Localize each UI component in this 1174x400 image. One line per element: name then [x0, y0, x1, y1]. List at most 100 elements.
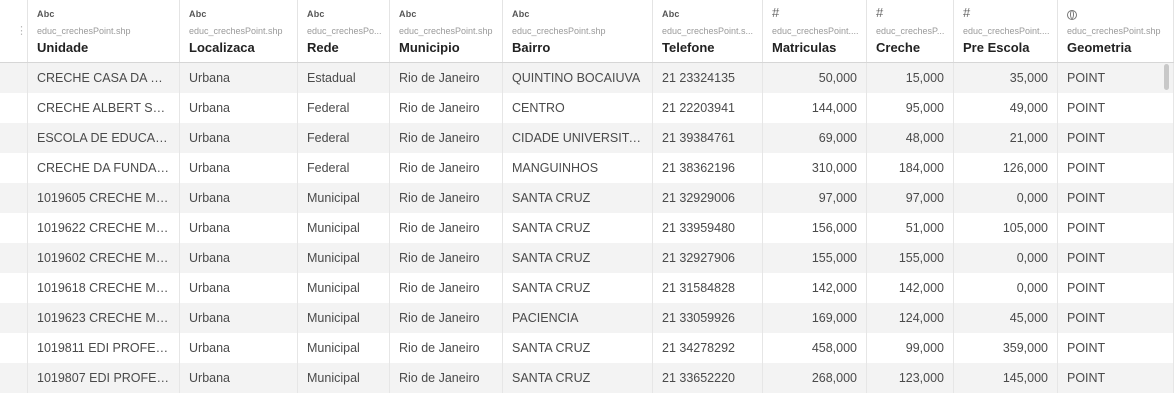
table-cell[interactable]: POINT [1058, 153, 1174, 183]
table-cell[interactable]: Urbana [180, 273, 298, 303]
table-cell[interactable]: Rio de Janeiro [390, 153, 503, 183]
row-handle[interactable] [0, 243, 28, 273]
table-cell[interactable]: 21,000 [954, 123, 1058, 153]
table-cell[interactable]: SANTA CRUZ [503, 273, 653, 303]
table-cell[interactable]: 95,000 [867, 93, 954, 123]
table-cell[interactable]: 0,000 [954, 183, 1058, 213]
table-cell[interactable]: Rio de Janeiro [390, 213, 503, 243]
table-cell[interactable]: 21 31584828 [653, 273, 763, 303]
table-cell[interactable]: 21 38362196 [653, 153, 763, 183]
table-cell[interactable]: 50,000 [763, 63, 867, 93]
table-cell[interactable]: Rio de Janeiro [390, 333, 503, 363]
table-cell[interactable]: Rio de Janeiro [390, 123, 503, 153]
table-cell[interactable]: Rio de Janeiro [390, 63, 503, 93]
table-cell[interactable]: Urbana [180, 153, 298, 183]
table-row[interactable]: 1019605 CRECHE MU... Urbana Municipal Rio d… [0, 183, 1174, 213]
row-handle[interactable] [0, 93, 28, 123]
column-header-bairro[interactable]: Abc educ_crechesPoint.shp Bairro [503, 0, 653, 62]
table-cell[interactable]: 51,000 [867, 213, 954, 243]
table-cell[interactable]: POINT [1058, 213, 1174, 243]
row-handle[interactable] [0, 363, 28, 393]
vertical-scrollbar[interactable] [1164, 64, 1169, 90]
table-cell[interactable]: Urbana [180, 63, 298, 93]
table-cell[interactable]: 310,000 [763, 153, 867, 183]
row-handle[interactable] [0, 303, 28, 333]
table-cell[interactable]: Rio de Janeiro [390, 93, 503, 123]
table-cell[interactable]: Urbana [180, 183, 298, 213]
table-cell[interactable]: 21 33959480 [653, 213, 763, 243]
table-cell[interactable]: 0,000 [954, 243, 1058, 273]
table-cell[interactable]: Municipal [298, 243, 390, 273]
table-cell[interactable]: 21 34278292 [653, 333, 763, 363]
row-handle[interactable] [0, 123, 28, 153]
table-cell[interactable]: POINT [1058, 93, 1174, 123]
table-cell[interactable]: Urbana [180, 333, 298, 363]
table-cell[interactable]: 1019807 EDI PROFES... [28, 363, 180, 393]
table-cell[interactable]: Federal [298, 153, 390, 183]
table-cell[interactable]: 21 32929006 [653, 183, 763, 213]
table-cell[interactable]: 124,000 [867, 303, 954, 333]
table-row[interactable]: 1019618 CRECHE MU... Urbana Municipal Rio d… [0, 273, 1174, 303]
table-cell[interactable]: 0,000 [954, 273, 1058, 303]
table-cell[interactable]: 126,000 [954, 153, 1058, 183]
table-cell[interactable]: PACIENCIA [503, 303, 653, 333]
table-cell[interactable]: 48,000 [867, 123, 954, 153]
table-cell[interactable]: ESCOLA DE EDUCACA... [28, 123, 180, 153]
table-cell[interactable]: 142,000 [867, 273, 954, 303]
row-handle[interactable] [0, 273, 28, 303]
table-cell[interactable]: Federal [298, 123, 390, 153]
table-cell[interactable]: 1019811 EDI PROFES... [28, 333, 180, 363]
table-cell[interactable]: Rio de Janeiro [390, 243, 503, 273]
table-cell[interactable]: SANTA CRUZ [503, 363, 653, 393]
table-cell[interactable]: Urbana [180, 93, 298, 123]
table-cell[interactable]: Rio de Janeiro [390, 363, 503, 393]
table-cell[interactable]: POINT [1058, 363, 1174, 393]
table-cell[interactable]: Rio de Janeiro [390, 273, 503, 303]
table-cell[interactable]: Estadual [298, 63, 390, 93]
row-handle[interactable] [0, 63, 28, 93]
column-header-rede[interactable]: Abc educ_crechesPo... Rede [298, 0, 390, 62]
table-cell[interactable]: POINT [1058, 63, 1174, 93]
table-cell[interactable]: CRECHE DA FUNDAC... [28, 153, 180, 183]
table-cell[interactable]: POINT [1058, 243, 1174, 273]
table-cell[interactable]: 105,000 [954, 213, 1058, 243]
table-cell[interactable]: 145,000 [954, 363, 1058, 393]
table-cell[interactable]: Municipal [298, 363, 390, 393]
column-header-unidade[interactable]: Abc educ_crechesPoint.shp Unidade [28, 0, 180, 62]
table-cell[interactable]: CRECHE CASA DA CRI... [28, 63, 180, 93]
table-cell[interactable]: Urbana [180, 213, 298, 243]
table-cell[interactable]: 35,000 [954, 63, 1058, 93]
table-cell[interactable]: 21 33059926 [653, 303, 763, 333]
table-cell[interactable]: SANTA CRUZ [503, 243, 653, 273]
table-cell[interactable]: 15,000 [867, 63, 954, 93]
table-cell[interactable]: Urbana [180, 303, 298, 333]
table-cell[interactable]: 123,000 [867, 363, 954, 393]
table-cell[interactable]: 155,000 [867, 243, 954, 273]
table-cell[interactable]: 142,000 [763, 273, 867, 303]
table-cell[interactable]: POINT [1058, 123, 1174, 153]
table-cell[interactable]: Municipal [298, 333, 390, 363]
table-cell[interactable]: 99,000 [867, 333, 954, 363]
row-handle[interactable] [0, 213, 28, 243]
table-cell[interactable]: POINT [1058, 273, 1174, 303]
table-cell[interactable]: 184,000 [867, 153, 954, 183]
column-header-localizaca[interactable]: Abc educ_crechesPoint.shp Localizaca [180, 0, 298, 62]
row-handle[interactable] [0, 183, 28, 213]
table-cell[interactable]: 1019622 CRECHE MU... [28, 213, 180, 243]
table-cell[interactable]: Municipal [298, 183, 390, 213]
table-cell[interactable]: 21 23324135 [653, 63, 763, 93]
table-cell[interactable]: Federal [298, 93, 390, 123]
table-cell[interactable]: Municipal [298, 213, 390, 243]
column-header-municipio[interactable]: Abc educ_crechesPoint.shp Municipio [390, 0, 503, 62]
table-cell[interactable]: 1019605 CRECHE MU... [28, 183, 180, 213]
table-cell[interactable]: 1019623 CRECHE MU... [28, 303, 180, 333]
column-header-telefone[interactable]: Abc educ_crechesPoint.s... Telefone [653, 0, 763, 62]
column-header-pre-escola[interactable]: # educ_crechesPoint.... Pre Escola [954, 0, 1058, 62]
table-row[interactable]: CRECHE ALBERT SAB... Urbana Federal Rio de … [0, 93, 1174, 123]
table-cell[interactable]: 69,000 [763, 123, 867, 153]
table-cell[interactable]: SANTA CRUZ [503, 183, 653, 213]
table-cell[interactable]: SANTA CRUZ [503, 333, 653, 363]
table-cell[interactable]: 1019602 CRECHE MU... [28, 243, 180, 273]
table-cell[interactable]: 21 39384761 [653, 123, 763, 153]
table-cell[interactable]: Rio de Janeiro [390, 183, 503, 213]
